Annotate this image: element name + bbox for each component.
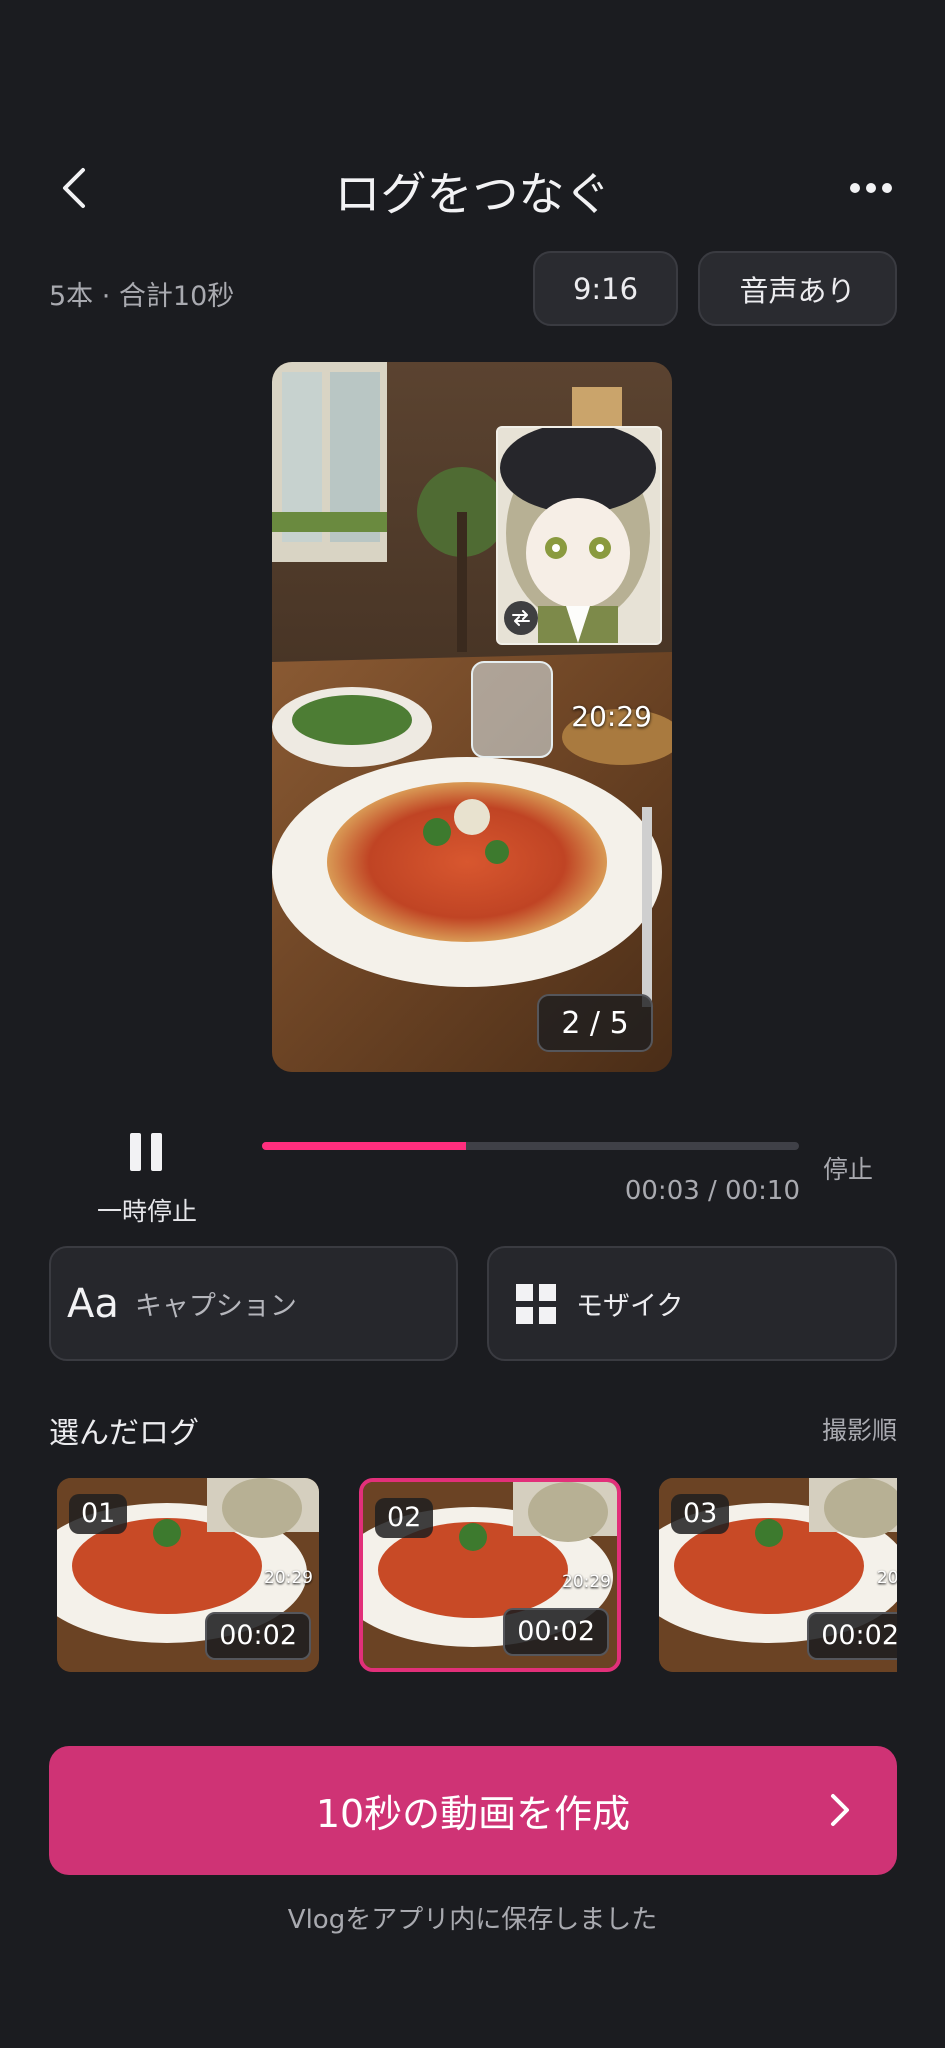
clip-item[interactable]: 03 20:5 00:02 — [659, 1478, 897, 1672]
caption-label: キャプション — [134, 1291, 297, 1322]
page-title: ログをつなぐ — [334, 167, 611, 221]
saved-message: Vlogをアプリ内に保存しました — [287, 1905, 658, 1935]
pip-overlay[interactable] — [496, 426, 662, 645]
audio-chip[interactable]: 音声あり — [698, 251, 897, 326]
chevron-right-icon — [831, 1794, 849, 1826]
more-horizontal-icon — [850, 183, 892, 193]
clip-timestamp: 20:29 — [264, 1568, 313, 1588]
caption-icon: Aa — [67, 1280, 119, 1327]
create-video-label: 10秒の動画を作成 — [315, 1792, 631, 1836]
preview-timestamp: 20:29 — [571, 700, 652, 733]
swap-icon — [512, 610, 530, 626]
pause-label: 一時停止 — [96, 1197, 197, 1226]
selected-logs-title: 選んだログ — [49, 1416, 199, 1451]
mosaic-label: モザイク — [576, 1291, 684, 1322]
stop-button[interactable]: 停止 — [808, 1150, 888, 1186]
clip-duration: 00:02 — [503, 1608, 609, 1656]
grid-icon — [516, 1283, 556, 1324]
clip-list[interactable]: 01 20:29 00:02 02 20:29 00:02 03 20:5 00… — [49, 1478, 897, 1674]
clip-duration: 00:02 — [205, 1612, 311, 1660]
progress-fill — [262, 1142, 467, 1150]
playback-time: 00:03 / 00:10 — [624, 1176, 800, 1206]
clip-timestamp: 20:29 — [562, 1572, 611, 1592]
mosaic-button[interactable]: モザイク — [487, 1246, 897, 1361]
pause-button[interactable] — [96, 1112, 196, 1192]
clip-timestamp: 20:5 — [876, 1568, 897, 1588]
caption-button[interactable]: Aa キャプション — [49, 1246, 458, 1361]
clip-counter: 2 / 5 — [537, 994, 653, 1052]
aspect-ratio-chip[interactable]: 9:16 — [533, 251, 678, 326]
clip-item[interactable]: 01 20:29 00:02 — [57, 1478, 319, 1672]
clip-duration: 00:02 — [807, 1612, 897, 1660]
swap-camera-button[interactable] — [504, 601, 538, 635]
more-button[interactable] — [846, 168, 896, 208]
clip-number: 01 — [69, 1494, 128, 1534]
create-video-button[interactable]: 10秒の動画を作成 — [49, 1746, 897, 1875]
clip-summary: 5本 · 合計10秒 — [49, 281, 235, 312]
sort-button[interactable]: 撮影順 — [780, 1411, 897, 1447]
clip-item-selected[interactable]: 02 20:29 00:02 — [359, 1478, 621, 1672]
playback-progress-bar[interactable] — [262, 1142, 799, 1150]
pause-icon — [130, 1133, 162, 1171]
video-preview[interactable]: 20:29 — [272, 362, 672, 1072]
clip-number: 02 — [375, 1498, 434, 1538]
clip-number: 03 — [671, 1494, 730, 1534]
